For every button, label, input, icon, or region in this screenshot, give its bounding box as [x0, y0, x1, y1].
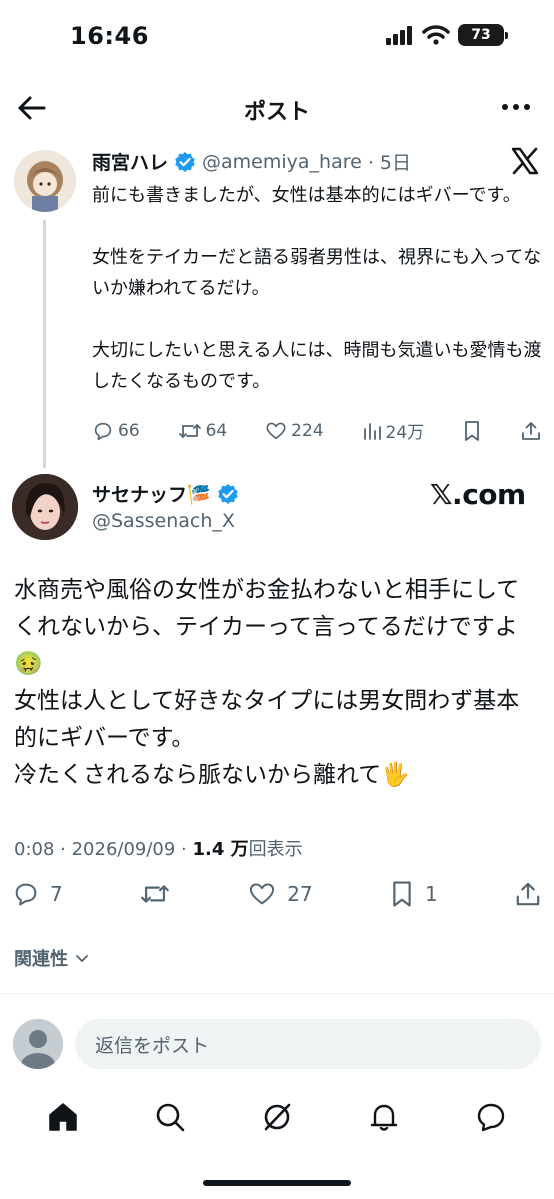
more-horizontal-icon[interactable]	[502, 104, 530, 110]
bookmark-icon	[393, 881, 411, 907]
status-time: 16:46	[70, 22, 149, 50]
post-text-line: 🤢	[14, 651, 43, 677]
views-chart-icon	[363, 422, 381, 440]
reply-button[interactable]: 7	[12, 880, 63, 908]
verified-badge-icon	[175, 151, 195, 172]
battery-icon: 73	[458, 24, 508, 46]
page-title: ポスト	[243, 100, 310, 125]
bookmark-icon	[465, 420, 479, 441]
battery-level: 73	[471, 27, 491, 43]
reply-input[interactable]: 返信をポスト	[75, 1019, 541, 1069]
reply-placeholder: 返信をポスト	[95, 1034, 210, 1057]
quoted-action-row: 66 64 224 24万	[92, 418, 542, 443]
avatar	[13, 1019, 63, 1069]
sort-label: 関連性	[14, 949, 68, 970]
retweet-button[interactable]: 64	[178, 420, 228, 442]
post-text-line: 冷たくされるなら脈ないから離れて🖐	[14, 762, 410, 788]
post-text-line: 女性は人として好きなタイプには男女問わず基本	[14, 688, 520, 714]
bookmark-count: 1	[424, 882, 438, 906]
share-icon	[516, 882, 540, 906]
bottom-tab-bar	[0, 1094, 554, 1140]
quoted-author-row: 雨宮ハレ @amemiya_hare · 5日	[92, 148, 411, 175]
post-timestamp[interactable]: 0:08 · 2026/09/09 ·	[14, 839, 193, 860]
avatar[interactable]	[14, 150, 76, 212]
grok-icon[interactable]	[260, 1100, 294, 1134]
bookmark-button[interactable]: 1	[389, 880, 438, 908]
view-label: 回表示	[248, 839, 303, 860]
divider	[0, 993, 554, 994]
messages-icon[interactable]	[474, 1100, 508, 1134]
like-count: 224	[291, 420, 324, 441]
reply-button[interactable]: 66	[92, 420, 140, 442]
avatar[interactable]	[12, 474, 78, 540]
reply-count: 7	[50, 882, 63, 906]
author-handle[interactable]: @amemiya_hare	[202, 151, 362, 173]
notifications-icon[interactable]	[367, 1100, 401, 1134]
main-author-row: サセナッフ🎏	[92, 480, 239, 507]
views-count: 24万	[385, 423, 425, 443]
retweet-count: 64	[205, 420, 228, 441]
post-text-line: 的にギバーです。	[14, 725, 195, 751]
reply-icon	[15, 883, 37, 906]
verified-badge-icon	[217, 483, 238, 504]
like-button[interactable]: 27	[247, 880, 313, 908]
search-icon[interactable]	[153, 1100, 187, 1134]
author-name[interactable]: 雨宮ハレ	[92, 148, 168, 175]
post-text-line: 水商売や風俗の女性がお金払わないと相手にして	[14, 577, 520, 603]
thread-line	[43, 220, 46, 468]
main-post-text: 水商売や風俗の女性がお金払わないと相手にして くれないから、テイカーって言ってる…	[14, 572, 544, 794]
share-icon	[522, 421, 540, 440]
chevron-down-icon	[76, 955, 88, 962]
bookmark-button[interactable]	[462, 420, 482, 442]
heart-icon	[250, 883, 275, 905]
main-action-row: 7 27 1	[12, 880, 542, 908]
reply-icon	[94, 422, 112, 440]
x-logo-icon	[511, 147, 539, 175]
like-count: 27	[287, 882, 313, 906]
like-button[interactable]: 224	[265, 420, 324, 442]
home-icon[interactable]	[46, 1100, 80, 1134]
author-handle[interactable]: @Sassenach_X	[92, 510, 235, 532]
quoted-post-text: 前にも書きましたが、女性は基本的にはギバーです。 女性をテイカーだと語る弱者男性…	[92, 185, 542, 392]
retweet-button[interactable]	[139, 880, 171, 908]
home-indicator	[203, 1180, 351, 1186]
post-text-line: くれないから、テイカーって言ってるだけですよ	[14, 614, 518, 640]
retweet-icon	[178, 423, 201, 438]
heart-icon	[266, 422, 286, 439]
share-button[interactable]	[520, 420, 542, 442]
sort-relevance-button[interactable]: 関連性	[14, 945, 90, 971]
share-button[interactable]	[514, 880, 542, 908]
post-meta: 0:08 · 2026/09/09 · 1.4 万回表示	[14, 835, 303, 861]
author-name[interactable]: サセナッフ🎏	[92, 480, 211, 507]
cellular-signal-icon	[386, 26, 412, 45]
wifi-icon	[422, 25, 450, 45]
status-icons: 73	[386, 24, 508, 46]
x-com-label: 𝕏.com	[430, 478, 526, 511]
post-time: · 5日	[367, 152, 411, 174]
retweet-icon	[141, 885, 169, 903]
reply-count: 66	[118, 420, 140, 441]
views-button[interactable]: 24万	[362, 418, 425, 443]
view-count: 1.4 万	[192, 839, 249, 860]
